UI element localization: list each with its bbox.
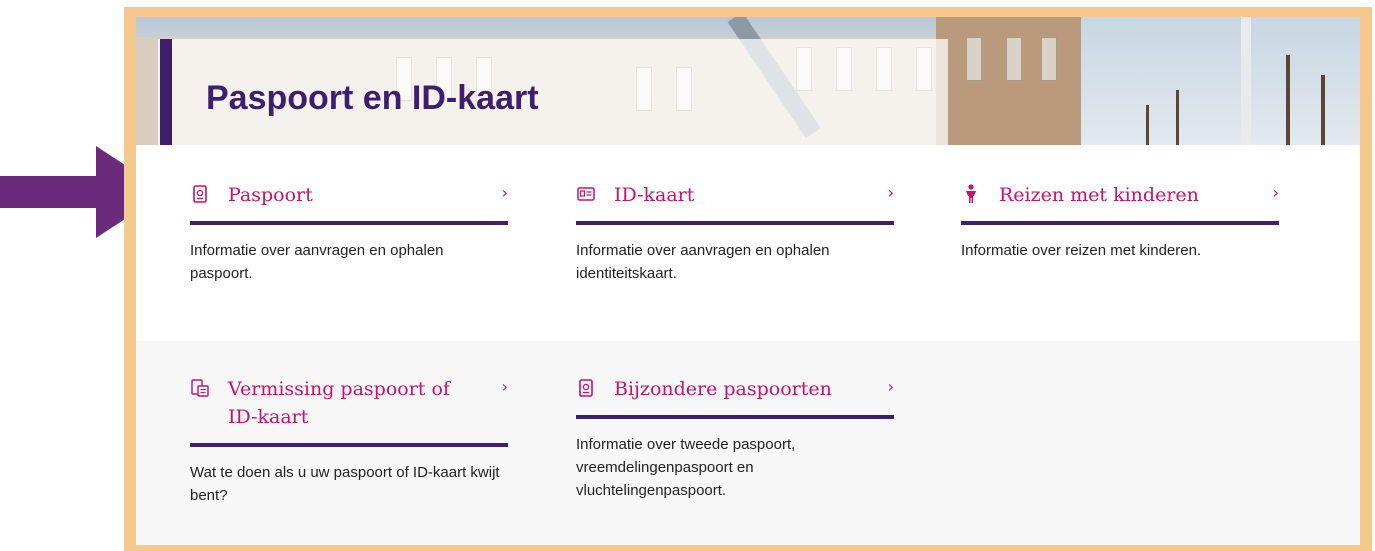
highlight-frame: Paspoort en ID-kaart Paspoort › Informat… (124, 7, 1372, 551)
chevron-right-icon: › (887, 183, 894, 202)
card-id-kaart: ID-kaart › Informatie over aanvragen en … (576, 181, 894, 285)
title-accent-bar (160, 39, 172, 145)
child-icon (961, 183, 981, 205)
content-panel: Paspoort en ID-kaart Paspoort › Informat… (136, 17, 1360, 545)
passport-icon (190, 183, 210, 205)
card-description: Informatie over aanvragen en ophalen pas… (190, 242, 444, 282)
card-vermissing: Vermissing paspoort of ID-kaart › Wat te… (190, 375, 508, 507)
card-link-vermissing[interactable]: Vermissing paspoort of ID-kaart › (190, 375, 508, 447)
card-bijzondere-paspoorten: Bijzondere paspoorten › Informatie over … (576, 375, 894, 502)
chevron-right-icon: › (887, 377, 894, 396)
card-description: Wat te doen als u uw paspoort of ID-kaar… (190, 464, 500, 504)
card-paspoort: Paspoort › Informatie over aanvragen en … (190, 181, 508, 285)
card-link-paspoort[interactable]: Paspoort › (190, 181, 508, 225)
card-title: Bijzondere paspoorten (614, 378, 832, 400)
chevron-right-icon: › (501, 377, 508, 396)
card-title: Paspoort (228, 184, 313, 206)
card-link-id-kaart[interactable]: ID-kaart › (576, 181, 894, 225)
card-title: ID-kaart (614, 184, 695, 206)
chevron-right-icon: › (501, 183, 508, 202)
chevron-right-icon: › (1272, 183, 1279, 202)
card-description: Informatie over reizen met kinderen. (961, 242, 1202, 259)
id-card-icon (576, 183, 596, 205)
lost-document-icon (190, 377, 210, 399)
cards-row-2: Vermissing paspoort of ID-kaart › Wat te… (136, 341, 1360, 545)
card-reizen-met-kinderen: Reizen met kinderen › Informatie over re… (961, 181, 1279, 262)
card-title: Vermissing paspoort of ID-kaart (228, 378, 450, 428)
cards-row-1: Paspoort › Informatie over aanvragen en … (136, 145, 1360, 341)
passport-icon (576, 377, 596, 399)
page-title: Paspoort en ID-kaart (206, 79, 539, 117)
card-description: Informatie over aanvragen en ophalen ide… (576, 242, 830, 282)
card-link-bijzondere-paspoorten[interactable]: Bijzondere paspoorten › (576, 375, 894, 419)
card-title: Reizen met kinderen (999, 184, 1199, 206)
card-description: Informatie over tweede paspoort, vreemde… (576, 436, 796, 499)
card-link-reizen-met-kinderen[interactable]: Reizen met kinderen › (961, 181, 1279, 225)
